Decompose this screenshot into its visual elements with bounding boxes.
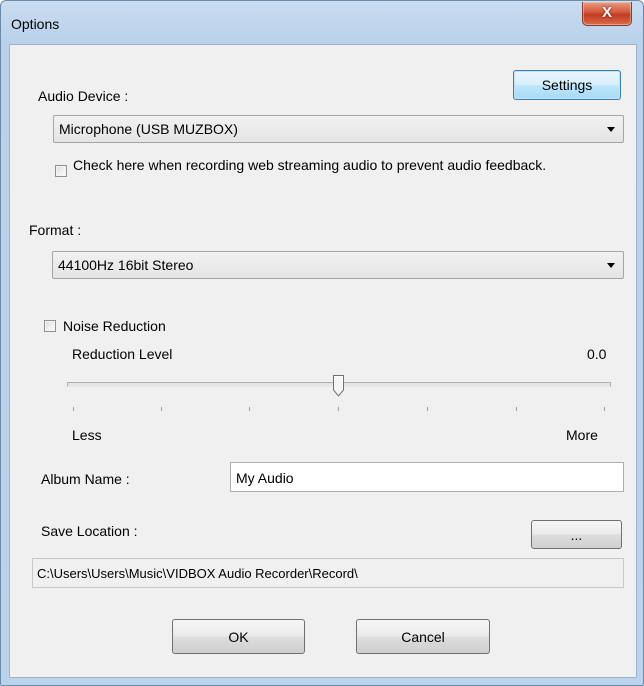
slider-tick (516, 407, 517, 411)
settings-button[interactable]: Settings (513, 70, 621, 100)
slider-tick (427, 407, 428, 411)
reduction-level-value: 0.0 (587, 346, 607, 362)
feedback-checkbox-label[interactable]: Check here when recording web streaming … (73, 156, 593, 175)
audio-device-value: Microphone (USB MUZBOX) (59, 121, 238, 137)
dialog-title: Options (11, 16, 60, 32)
close-button[interactable]: X (582, 2, 632, 26)
slider-tick (73, 407, 74, 411)
title-bar[interactable]: Options X (1, 1, 643, 43)
album-name-input[interactable]: My Audio (230, 462, 624, 492)
slider-tick (161, 407, 162, 411)
options-dialog: Options X Audio Device : Settings Microp… (0, 0, 644, 686)
format-label: Format : (29, 222, 82, 238)
save-location-label: Save Location : (41, 523, 138, 539)
dialog-body: Audio Device : Settings Microphone (USB … (9, 44, 637, 678)
save-location-path: C:\Users\Users\Music\VIDBOX Audio Record… (32, 558, 624, 588)
noise-reduction-checkbox[interactable] (44, 320, 56, 332)
browse-button[interactable]: ... (531, 520, 622, 549)
ok-button[interactable]: OK (172, 619, 305, 654)
reduction-level-label: Reduction Level (72, 346, 173, 362)
slider-tick (604, 407, 605, 411)
audio-device-label: Audio Device : (38, 88, 129, 104)
audio-device-select[interactable]: Microphone (USB MUZBOX) (53, 115, 624, 143)
album-name-label: Album Name : (41, 471, 130, 487)
slider-tick (338, 407, 339, 411)
cancel-button-label: Cancel (401, 628, 445, 645)
browse-button-label: ... (570, 526, 583, 543)
slider-tick (249, 407, 250, 411)
noise-reduction-label[interactable]: Noise Reduction (63, 318, 166, 334)
reduction-slider-thumb[interactable] (333, 375, 344, 397)
chevron-down-icon (607, 127, 615, 132)
close-icon: X (601, 4, 612, 21)
cancel-button[interactable]: Cancel (356, 619, 490, 654)
chevron-down-icon (607, 263, 615, 268)
slider-min-label: Less (72, 427, 102, 443)
ok-button-label: OK (228, 628, 249, 645)
format-select[interactable]: 44100Hz 16bit Stereo (52, 251, 624, 279)
settings-button-label: Settings (541, 77, 593, 93)
format-value: 44100Hz 16bit Stereo (58, 257, 194, 273)
slider-max-label: More (566, 427, 598, 443)
feedback-checkbox[interactable] (55, 165, 67, 177)
